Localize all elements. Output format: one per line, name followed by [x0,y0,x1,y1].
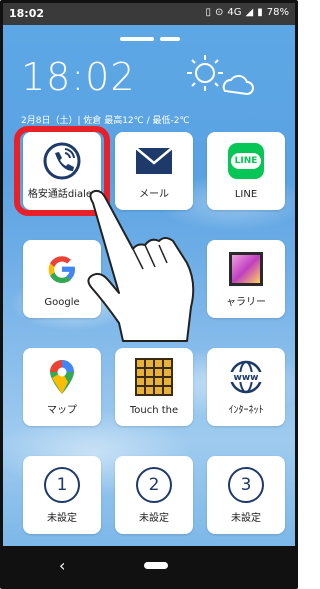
app-label: ｲﾝﾀｰﾈｯﾄ [228,405,264,416]
app-label: 未設定 [231,513,261,524]
app-label: 未設定 [139,513,169,524]
app-label: LINE [234,189,258,200]
maps-pin-icon [23,358,101,396]
app-internet[interactable]: www ｲﾝﾀｰﾈｯﾄ [207,348,285,426]
shortcut-slot-3[interactable]: 3 未設定 [207,456,285,534]
line-logo-icon: LINE [207,142,285,180]
app-label: ャラリー [226,297,266,308]
home-clock: 18:02 [21,55,136,99]
date-weather-line: 2月8日（土）| 佐倉 最高12℃ / 最低-2℃ [21,116,190,126]
number-2-icon: 2 [115,466,193,504]
vibrate-icon: ▯ [205,7,212,18]
status-bar: 18:02 ▯ ⊙ 4G ◢ ▮ 78% [3,3,295,25]
battery-level: 78% [266,7,289,18]
shortcut-slot-2[interactable]: 2 未設定 [115,456,193,534]
pointing-hand-icon [87,189,195,342]
network-label: 4G [227,7,242,18]
battery-icon: ▮ [257,7,263,18]
app-label: Touch the [129,405,179,416]
shortcut-slot-1[interactable]: 1 未設定 [23,456,101,534]
app-label: 未設定 [47,513,77,524]
svg-text:www: www [234,373,259,383]
signal-icon: ◢ [245,7,254,18]
app-line[interactable]: LINE LINE [207,132,285,210]
weather-sun-cloud-icon [187,55,254,96]
touch-the-numbers-icon [115,358,193,396]
app-gallery[interactable]: ャラリー [207,240,285,318]
location-icon: ⊙ [215,7,224,18]
app-maps[interactable]: マップ [23,348,101,426]
home-button[interactable] [144,562,168,569]
phone-screen: 18:02 ▯ ⊙ 4G ◢ ▮ 78% 18:02 2月8日（土）| 佐倉 最… [0,0,298,589]
app-label: マップ [47,405,77,416]
number-1-icon: 1 [23,466,101,504]
page-indicator-inactive [160,37,180,41]
status-icons: ▯ ⊙ 4G ◢ ▮ 78% [206,7,289,18]
www-globe-icon: www [207,358,285,396]
navigation-bar: ‹ [3,546,295,586]
number-3-icon: 3 [207,466,285,504]
status-time: 18:02 [9,7,45,20]
back-button[interactable]: ‹ [59,556,65,575]
page-indicator [120,37,180,41]
app-touch-the[interactable]: Touch the [115,348,193,426]
page-indicator-active [120,37,154,41]
gallery-icon [207,250,285,288]
envelope-icon [115,142,193,180]
